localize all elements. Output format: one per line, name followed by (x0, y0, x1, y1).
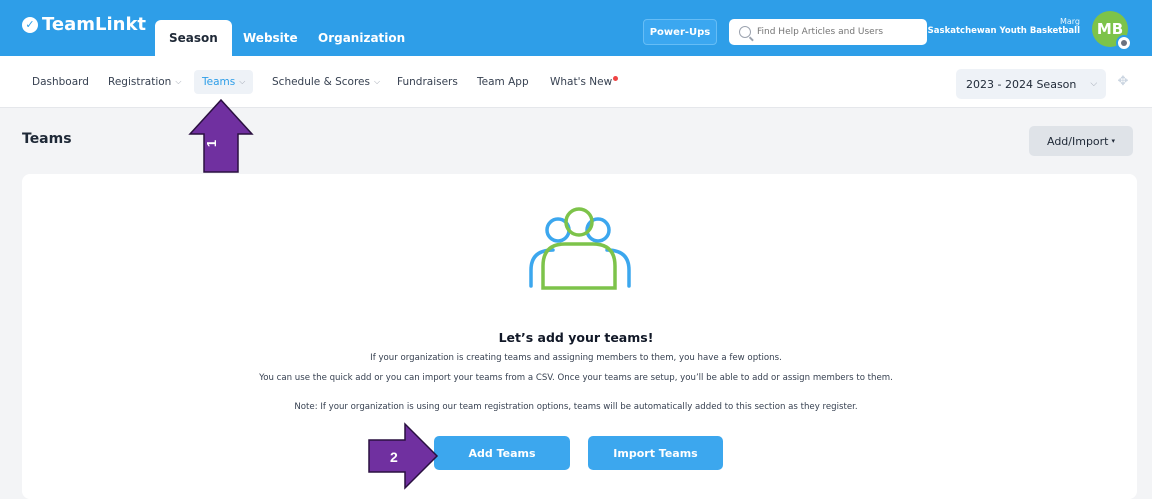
nav-dashboard[interactable]: Dashboard (24, 70, 97, 94)
chevron-down-icon: ⌵ (175, 77, 182, 86)
nav-dashboard-label: Dashboard (32, 76, 89, 88)
logo-text: TeamLinkt (42, 14, 147, 35)
empty-state-line-2: You can use the quick add or you can imp… (259, 373, 893, 383)
empty-state-title: Let’s add your teams! (498, 330, 654, 345)
tab-organization-label: Organization (318, 31, 406, 45)
notification-dot-icon (613, 75, 619, 81)
nav-teams-label: Teams (202, 76, 236, 88)
season-select[interactable]: 2023 - 2024 Season ⌵ (956, 69, 1106, 99)
nav-whats-new[interactable]: What's New (542, 70, 626, 94)
user-org: Saskatchewan Youth Basketball (927, 26, 1080, 36)
annotation-arrow-up-icon (188, 98, 254, 173)
tab-organization[interactable]: Organization (304, 20, 419, 56)
check-circle-icon: ✓ (22, 16, 38, 33)
search-box[interactable] (729, 19, 927, 45)
annotation-step-2: 2 (390, 449, 398, 465)
chevron-down-icon: ⌵ (374, 77, 381, 86)
tab-season-label: Season (169, 31, 218, 45)
annotation-step-1: 1 (204, 139, 220, 148)
user-info[interactable]: Marg Saskatchewan Youth Basketball (928, 17, 1080, 36)
user-name: Marg (1059, 17, 1080, 26)
search-icon (739, 26, 751, 38)
annotation-arrow-right-icon (368, 422, 439, 490)
nav-fundraisers-label: Fundraisers (397, 76, 458, 88)
add-import-label: Add/Import (1046, 134, 1109, 148)
team-people-icon (529, 207, 631, 290)
nav-registration[interactable]: Registration ⌵ (100, 70, 189, 94)
account-badge-icon (1116, 35, 1132, 51)
season-select-value: 2023 - 2024 Season (966, 77, 1077, 91)
power-ups-button[interactable]: Power-Ups (643, 19, 717, 45)
teamlinkt-logo[interactable]: ✓ TeamLinkt (22, 14, 146, 35)
empty-state-note: Note: If your organization is using our … (294, 402, 858, 412)
nav-team-app[interactable]: Team App (469, 70, 537, 94)
top-bar: ✓ TeamLinkt Season Website Organization … (0, 0, 1152, 56)
chevron-down-icon: ⌵ (1090, 79, 1098, 89)
nav-schedule-scores[interactable]: Schedule & Scores ⌵ (264, 70, 388, 94)
chevron-down-icon: ⌵ (239, 77, 246, 86)
nav-schedule-label: Schedule & Scores (272, 76, 370, 88)
tab-website-label: Website (243, 31, 298, 45)
move-icon[interactable]: ✥ (1116, 75, 1130, 89)
nav-team-app-label: Team App (477, 76, 529, 88)
nav-teams[interactable]: Teams ⌵ (194, 70, 254, 94)
caret-down-icon: ▾ (1111, 137, 1116, 145)
import-teams-button[interactable]: Import Teams (588, 436, 723, 470)
tab-website[interactable]: Website (229, 20, 312, 56)
search-input[interactable] (757, 27, 917, 37)
nav-registration-label: Registration (108, 76, 172, 88)
empty-state-line-1: If your organization is creating teams a… (370, 353, 782, 363)
add-import-button[interactable]: Add/Import ▾ (1029, 126, 1133, 156)
add-teams-button[interactable]: Add Teams (434, 436, 570, 470)
page-title: Teams (22, 131, 72, 147)
nav-whats-new-label: What's New (550, 76, 613, 88)
tab-season[interactable]: Season (155, 20, 232, 56)
nav-fundraisers[interactable]: Fundraisers (389, 70, 466, 94)
